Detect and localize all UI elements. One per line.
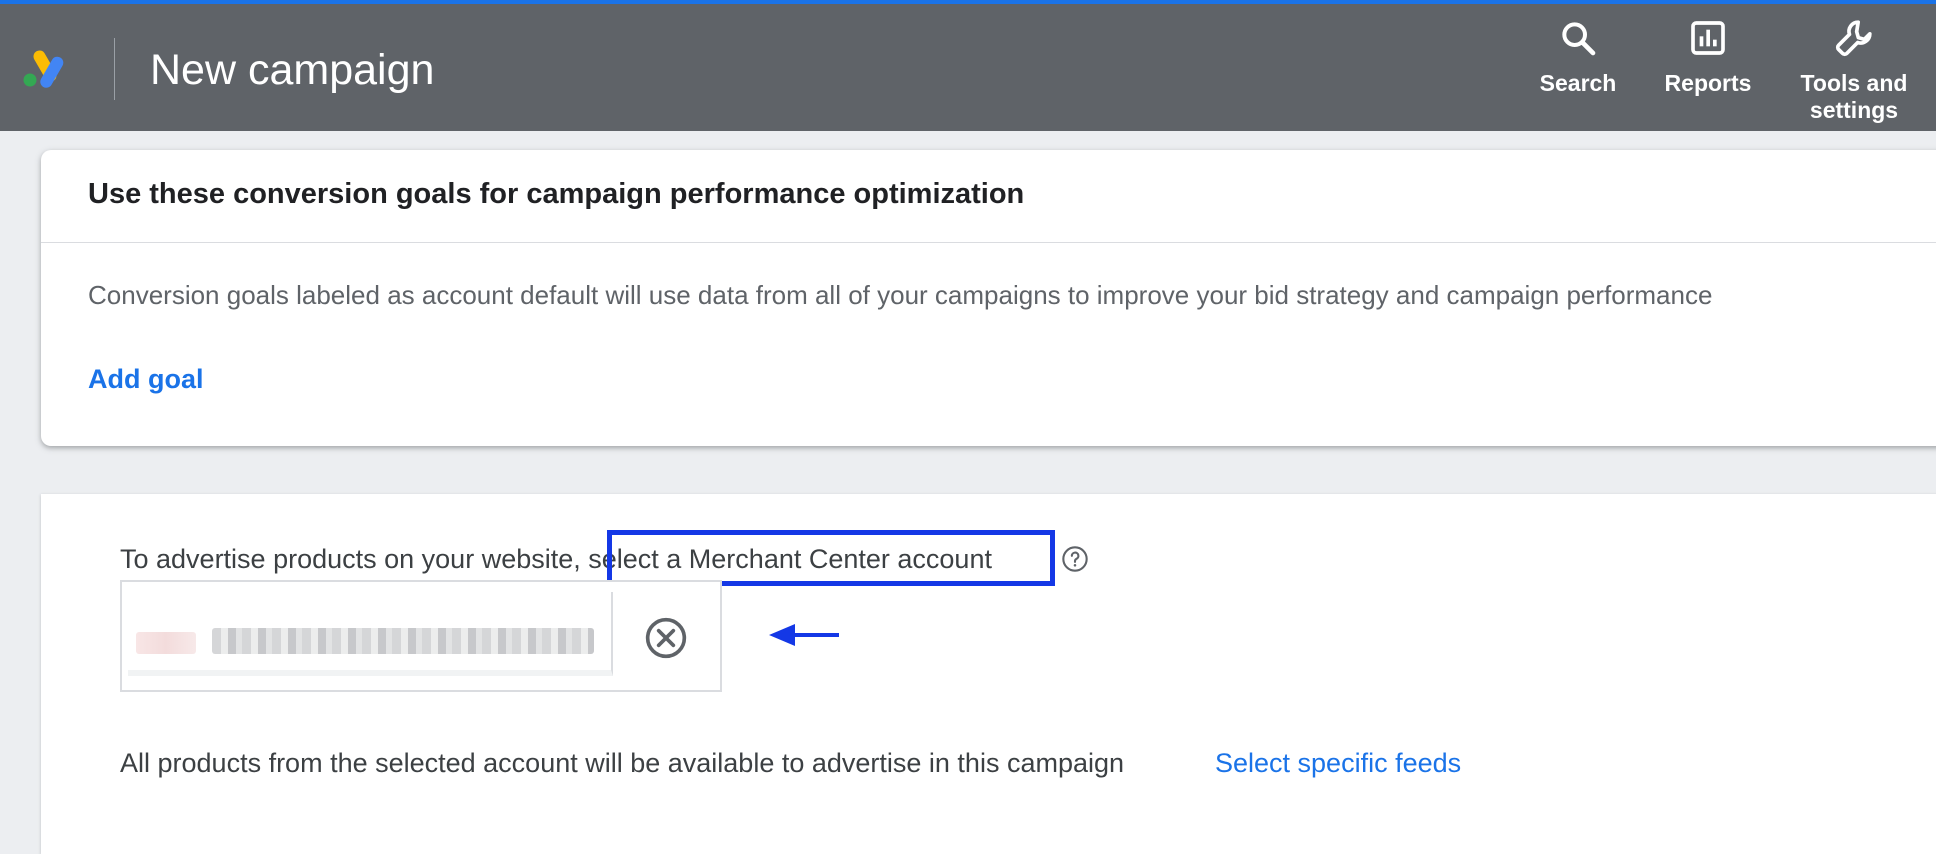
tools-settings-button[interactable]: Tools and settings [1790,18,1918,124]
merchant-center-card: To advertise products on your website, s… [41,494,1936,854]
app-header: New campaign Search Reports Tools and set… [0,4,1936,131]
conversion-goals-title: Use these conversion goals for campaign … [88,178,1025,210]
card-divider [41,242,1936,243]
conversion-goals-description: Conversion goals labeled as account defa… [88,280,1713,310]
clear-icon[interactable] [644,616,688,660]
products-availability-text: All products from the selected account w… [120,748,1125,778]
wrench-icon [1835,20,1872,57]
search-icon [1562,22,1596,56]
reports-icon [1691,21,1725,55]
conversion-goals-card: Use these conversion goals for campaign … [41,150,1936,446]
tools-settings-label: Tools and settings [1800,70,1908,123]
add-goal-link[interactable]: Add goal [88,364,204,395]
search-button[interactable]: Search [1534,18,1622,97]
annotation-arrow-icon [769,624,839,646]
selected-account-field [128,592,613,676]
select-specific-feeds-link[interactable]: Select specific feeds [1215,748,1461,779]
merchant-account-selector[interactable] [120,580,722,692]
header-divider [114,38,115,100]
google-ads-logo[interactable] [22,48,68,88]
merchant-intro-text: To advertise products on your website, [120,544,589,574]
search-label: Search [1539,70,1617,96]
page-title: New campaign [150,46,435,94]
annotation-highlight-box [607,530,1055,586]
reports-label: Reports [1664,70,1752,96]
redacted-account-name [212,628,594,654]
reports-button[interactable]: Reports [1660,18,1756,97]
help-icon[interactable] [1061,545,1089,573]
redacted-account-id [136,632,196,654]
